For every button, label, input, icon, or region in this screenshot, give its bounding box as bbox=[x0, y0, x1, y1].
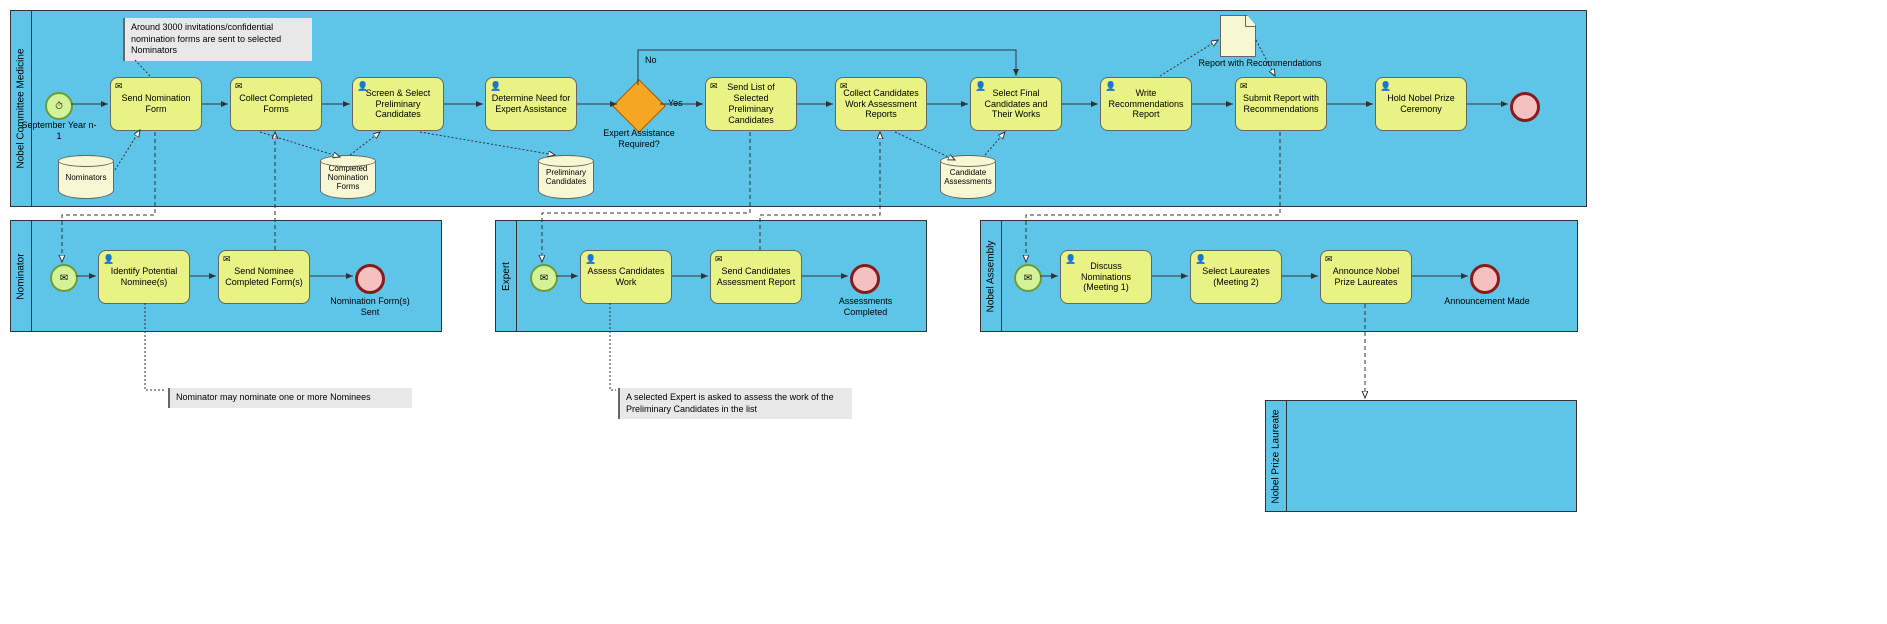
task-send-list: ✉Send List of Selected Preliminary Candi… bbox=[705, 77, 797, 131]
user-icon: 👤 bbox=[357, 81, 368, 92]
envelope-icon: ✉ bbox=[710, 81, 718, 92]
user-icon: 👤 bbox=[1105, 81, 1116, 92]
task-submit-report: ✉Submit Report with Recommendations bbox=[1235, 77, 1327, 131]
pool-label-expert: Expert bbox=[496, 221, 517, 331]
task-discuss-nominations: 👤Discuss Nominations (Meeting 1) bbox=[1060, 250, 1152, 304]
task-select-final: 👤Select Final Candidates and Their Works bbox=[970, 77, 1062, 131]
datastore-assessments: Candidate Assessments bbox=[940, 155, 996, 199]
pool-laureate: Nobel Prize Laureate bbox=[1265, 400, 1577, 512]
user-icon: 👤 bbox=[1195, 254, 1206, 265]
envelope-icon: ✉ bbox=[715, 254, 723, 265]
envelope-icon: ✉ bbox=[840, 81, 848, 92]
datastore-preliminary: Preliminary Candidates bbox=[538, 155, 594, 199]
task-send-assessment: ✉Send Candidates Assessment Report bbox=[710, 250, 802, 304]
end-event-assembly bbox=[1470, 264, 1500, 294]
annotation-invitations: Around 3000 invitations/confidential nom… bbox=[123, 18, 312, 61]
user-icon: 👤 bbox=[490, 81, 501, 92]
task-determine-need: 👤Determine Need for Expert Assistance bbox=[485, 77, 577, 131]
task-screen-select: 👤Screen & Select Preliminary Candidates bbox=[352, 77, 444, 131]
end-assembly-label: Announcement Made bbox=[1442, 296, 1532, 307]
task-collect-assessment: ✉Collect Candidates Work Assessment Repo… bbox=[835, 77, 927, 131]
start-event-nominator: ✉ bbox=[50, 264, 78, 292]
envelope-icon: ✉ bbox=[1325, 254, 1333, 265]
start-event-assembly: ✉ bbox=[1014, 264, 1042, 292]
task-send-nominee-form: ✉Send Nominee Completed Form(s) bbox=[218, 250, 310, 304]
gateway-yes-label: Yes bbox=[668, 98, 683, 109]
envelope-icon: ✉ bbox=[1240, 81, 1248, 92]
pool-label-laureate: Nobel Prize Laureate bbox=[1266, 401, 1287, 511]
user-icon: 👤 bbox=[103, 254, 114, 265]
envelope-icon: ✉ bbox=[115, 81, 123, 92]
end-event-expert bbox=[850, 264, 880, 294]
task-send-nomination: ✉Send Nomination Form bbox=[110, 77, 202, 131]
task-write-report: 👤Write Recommendations Report bbox=[1100, 77, 1192, 131]
task-identify-nominee: 👤Identify Potential Nominee(s) bbox=[98, 250, 190, 304]
start-label: September Year n-1 bbox=[20, 120, 98, 142]
start-event-timer: ⏱ bbox=[45, 92, 73, 120]
task-hold-ceremony: 👤Hold Nobel Prize Ceremony bbox=[1375, 77, 1467, 131]
task-assess-work: 👤Assess Candidates Work bbox=[580, 250, 672, 304]
pool-label-nominator: Nominator bbox=[11, 221, 32, 331]
envelope-icon: ✉ bbox=[1024, 273, 1032, 284]
envelope-icon: ✉ bbox=[223, 254, 231, 265]
timer-icon: ⏱ bbox=[55, 101, 63, 112]
gateway-no-label: No bbox=[645, 55, 657, 66]
user-icon: 👤 bbox=[1065, 254, 1076, 265]
annotation-expert: A selected Expert is asked to assess the… bbox=[618, 388, 852, 419]
end-nominator-label: Nomination Form(s) Sent bbox=[330, 296, 410, 318]
end-expert-label: Assessments Completed bbox=[828, 296, 903, 318]
annotation-nominator: Nominator may nominate one or more Nomin… bbox=[168, 388, 412, 408]
doc-label: Report with Recommendations bbox=[1195, 58, 1325, 69]
start-event-expert: ✉ bbox=[530, 264, 558, 292]
envelope-icon: ✉ bbox=[540, 273, 548, 284]
task-collect-forms: ✉Collect Completed Forms bbox=[230, 77, 322, 131]
end-event-nominator bbox=[355, 264, 385, 294]
doc-report bbox=[1220, 15, 1256, 57]
pool-label-assembly: Nobel Assembly bbox=[981, 221, 1002, 331]
gateway-label: Expert Assistance Required? bbox=[595, 128, 683, 150]
envelope-icon: ✉ bbox=[60, 273, 68, 284]
envelope-icon: ✉ bbox=[235, 81, 243, 92]
user-icon: 👤 bbox=[1380, 81, 1391, 92]
end-event-main bbox=[1510, 92, 1540, 122]
datastore-completed-forms: Completed Nomination Forms bbox=[320, 155, 376, 199]
datastore-nominators: Nominators bbox=[58, 155, 114, 199]
task-select-laureates: 👤Select Laureates (Meeting 2) bbox=[1190, 250, 1282, 304]
pool-label-committee: Nobel Committee Medicine bbox=[11, 11, 32, 206]
task-announce-laureates: ✉Announce Nobel Prize Laureates bbox=[1320, 250, 1412, 304]
user-icon: 👤 bbox=[975, 81, 986, 92]
user-icon: 👤 bbox=[585, 254, 596, 265]
